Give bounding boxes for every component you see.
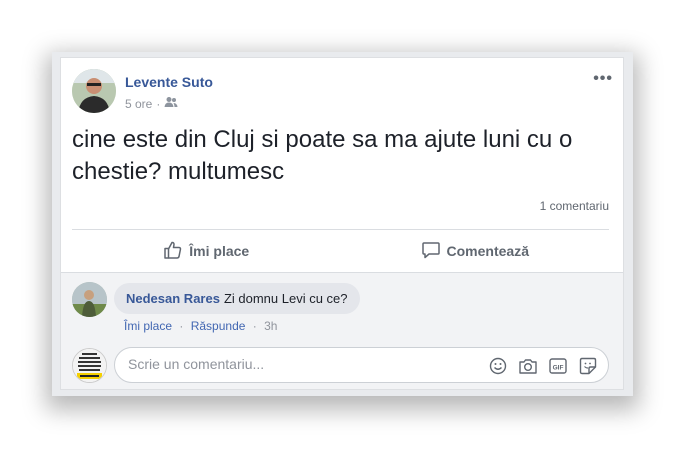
comment-composer: GIF bbox=[114, 347, 609, 383]
like-label: Îmi place bbox=[189, 243, 250, 259]
thumbs-up-icon bbox=[163, 240, 189, 263]
friends-icon[interactable] bbox=[164, 96, 178, 111]
separator: · bbox=[179, 319, 184, 333]
commenter-name[interactable]: Nedesan Rares bbox=[126, 291, 220, 306]
author-avatar[interactable] bbox=[72, 69, 116, 113]
sticker-icon[interactable] bbox=[578, 356, 598, 376]
separator: · bbox=[252, 319, 257, 333]
comment-count[interactable]: 1 comentariu bbox=[540, 199, 609, 213]
camera-icon[interactable] bbox=[518, 356, 538, 376]
author-name[interactable]: Levente Suto bbox=[125, 74, 213, 90]
comment-label: Comentează bbox=[446, 243, 529, 259]
post-text: cine este din Cluj si poate sa ma ajute … bbox=[72, 126, 573, 185]
post-card: Levente Suto 5 ore · ••• cine este din C… bbox=[60, 57, 624, 390]
meta-separator: · bbox=[156, 96, 161, 111]
comment-text: Zi domnu Levi cu ce? bbox=[223, 291, 348, 306]
comments-section: Nedesan Rares Zi domnu Levi cu ce? Îmi pl… bbox=[61, 273, 623, 389]
comment-bubble: Nedesan Rares Zi domnu Levi cu ce? bbox=[114, 283, 360, 314]
comment-input[interactable] bbox=[126, 355, 470, 373]
comment-time[interactable]: 3h bbox=[264, 319, 277, 333]
comment-like-link[interactable]: Îmi place bbox=[124, 319, 172, 333]
svg-text:GIF: GIF bbox=[553, 364, 564, 371]
gif-icon[interactable]: GIF bbox=[548, 356, 568, 376]
composer-tools: GIF bbox=[488, 356, 598, 376]
comment-actions: Îmi place · Răspunde · 3h bbox=[124, 319, 277, 333]
comment-bubble-icon bbox=[421, 240, 447, 263]
post-time[interactable]: 5 ore bbox=[125, 97, 152, 111]
commenter-avatar[interactable] bbox=[72, 282, 107, 317]
like-button[interactable]: Îmi place bbox=[72, 230, 341, 272]
emoji-icon[interactable] bbox=[488, 356, 508, 376]
action-bar: Îmi place Comentează bbox=[72, 230, 609, 272]
comment-button[interactable]: Comentează bbox=[341, 230, 610, 272]
more-options-icon[interactable]: ••• bbox=[593, 70, 613, 88]
comment-reply-link[interactable]: Răspunde bbox=[191, 319, 246, 333]
current-user-avatar bbox=[72, 348, 107, 383]
post-meta: 5 ore · bbox=[125, 96, 178, 111]
